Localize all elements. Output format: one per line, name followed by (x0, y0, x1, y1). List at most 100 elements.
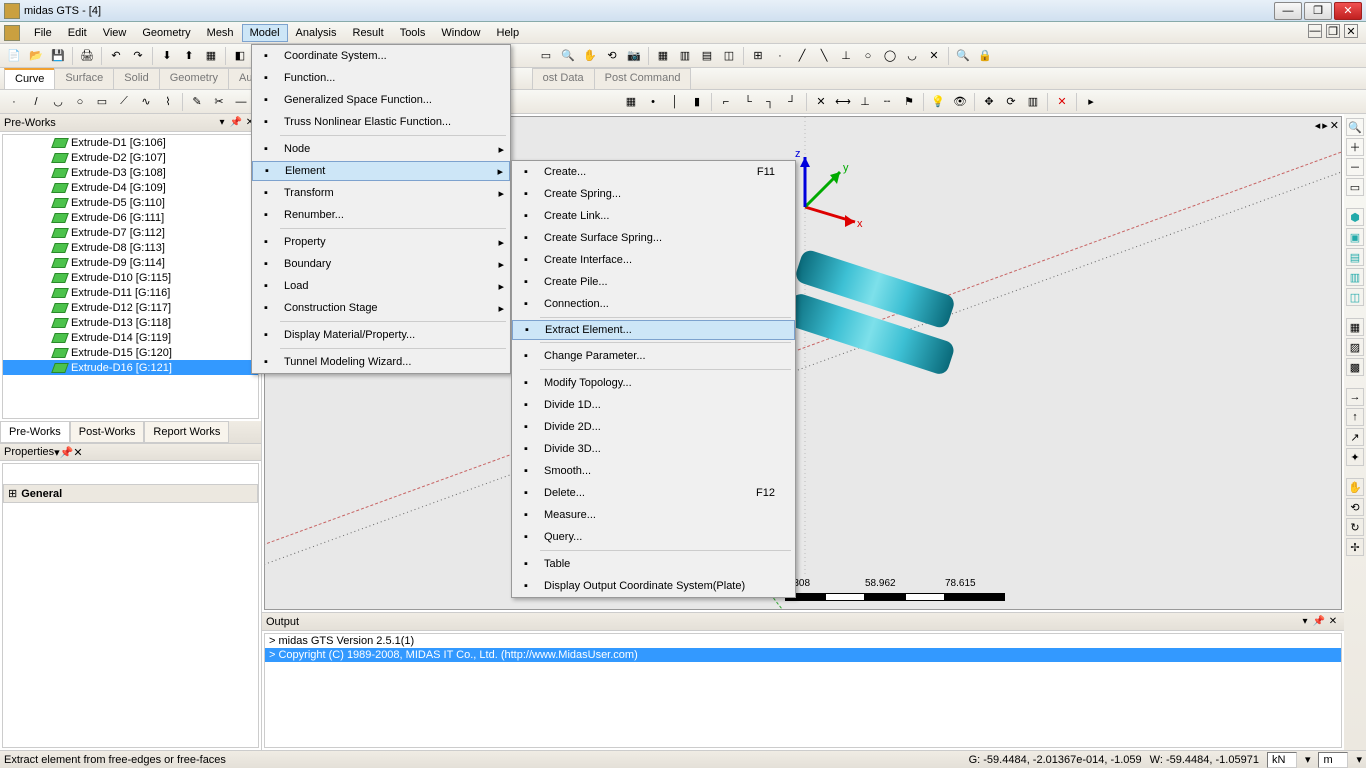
menu-window[interactable]: Window (433, 24, 488, 42)
snap-end-icon[interactable]: ⊥ (836, 46, 856, 66)
apply-icon[interactable]: ▸ (1081, 92, 1101, 112)
eye-icon[interactable]: 👁 (950, 92, 970, 112)
menu-item[interactable]: ▪Delete...F12 (512, 482, 795, 504)
pan-icon[interactable]: ✋ (1346, 478, 1364, 496)
tree-item[interactable]: Extrude-D9 [G:114] (3, 255, 258, 270)
zoom-icon[interactable]: 🔍 (558, 46, 578, 66)
menu-item[interactable]: ▪Change Parameter... (512, 345, 795, 367)
top-view-icon[interactable]: ▤ (1346, 248, 1364, 266)
line-icon[interactable]: / (26, 92, 46, 112)
edit-icon[interactable]: ✎ (187, 92, 207, 112)
dropdown-icon[interactable]: ▾ (1305, 753, 1311, 766)
menu-item[interactable]: ▪Boundary▸ (252, 253, 510, 275)
snap-line-icon[interactable]: ╲ (814, 46, 834, 66)
menu-file[interactable]: File (26, 24, 60, 42)
mirror-icon[interactable]: ▥ (1023, 92, 1043, 112)
lock-icon[interactable]: 🔒 (975, 46, 995, 66)
chevron-down-icon[interactable]: ▾ (1298, 615, 1312, 629)
zoom-in-icon[interactable]: ＋ (1346, 138, 1364, 156)
save-button[interactable]: 💾 (48, 46, 68, 66)
menu-item[interactable]: ▪Divide 3D... (512, 438, 795, 460)
tree-item[interactable]: Extrude-D4 [G:109] (3, 180, 258, 195)
menu-item[interactable]: ▪Load▸ (252, 275, 510, 297)
rotate-icon[interactable]: ⟳ (1001, 92, 1021, 112)
corner-icon[interactable]: └ (738, 92, 758, 112)
new-button[interactable]: 📄 (4, 46, 24, 66)
pan-icon[interactable]: ✋ (580, 46, 600, 66)
intersect-icon[interactable]: ✕ (811, 92, 831, 112)
output-body[interactable]: > midas GTS Version 2.5.1(1)> Copyright … (264, 633, 1342, 748)
snap-cross-icon[interactable]: ✕ (924, 46, 944, 66)
rotate-icon[interactable]: ⟲ (1346, 498, 1364, 516)
maximize-button[interactable]: ❐ (1304, 2, 1332, 20)
menu-item[interactable]: ▪Divide 2D... (512, 416, 795, 438)
zoom-window-icon[interactable]: ▭ (1346, 178, 1364, 196)
rect-icon[interactable]: ▭ (92, 92, 112, 112)
tree-item[interactable]: Extrude-D16 [G:121] (3, 360, 258, 375)
snap-circle-icon[interactable]: ○ (858, 46, 878, 66)
hidden-icon[interactable]: ▩ (1346, 358, 1364, 376)
expand-icon[interactable]: ⊞ (8, 487, 17, 500)
iso-view-icon[interactable]: ⬢ (1346, 208, 1364, 226)
menu-item[interactable]: ▪Create Link... (512, 205, 795, 227)
close-icon[interactable]: ✕ (1326, 615, 1340, 629)
tree-item[interactable]: Extrude-D8 [G:113] (3, 240, 258, 255)
menu-mesh[interactable]: Mesh (199, 24, 242, 42)
side-view-icon[interactable]: ▥ (1346, 268, 1364, 286)
front-view-icon[interactable]: ▣ (1346, 228, 1364, 246)
preworks-tree[interactable]: Extrude-D1 [G:106]Extrude-D2 [G:107] Extr… (2, 134, 259, 419)
chevron-down-icon[interactable]: ▾ (215, 116, 229, 130)
unit-length[interactable]: m (1318, 752, 1348, 768)
tree-item[interactable]: Extrude-D7 [G:112] (3, 225, 258, 240)
menu-edit[interactable]: Edit (60, 24, 95, 42)
menu-tools[interactable]: Tools (392, 24, 434, 42)
arc-icon[interactable]: ◡ (48, 92, 68, 112)
menu-help[interactable]: Help (489, 24, 528, 42)
menu-item[interactable]: ▪Display Material/Property... (252, 324, 510, 346)
menu-view[interactable]: View (95, 24, 135, 42)
menu-item[interactable]: ▪Truss Nonlinear Elastic Function... (252, 111, 510, 133)
menu-item[interactable]: ▪Function... (252, 67, 510, 89)
tab-geometry[interactable]: Geometry (159, 68, 229, 89)
orbit-icon[interactable]: ↻ (1346, 518, 1364, 536)
close-icon[interactable]: ✕ (1330, 119, 1339, 132)
measure-icon[interactable]: ⟷ (833, 92, 853, 112)
dropdown-icon[interactable]: ▾ (1356, 753, 1362, 766)
minimize-button[interactable]: — (1274, 2, 1302, 20)
mdi-minimize-button[interactable]: — (1308, 24, 1322, 38)
menu-item[interactable]: ▪Query... (512, 526, 795, 548)
tree-item[interactable]: Extrude-D2 [G:107] (3, 150, 258, 165)
flag-icon[interactable]: ⚑ (899, 92, 919, 112)
tree-item[interactable]: Extrude-D1 [G:106] (3, 135, 258, 150)
axis-x-icon[interactable]: → (1346, 388, 1364, 406)
menu-item[interactable]: ▪Create Interface... (512, 249, 795, 271)
open-button[interactable]: 📂 (26, 46, 46, 66)
tree-item[interactable]: Extrude-D13 [G:118] (3, 315, 258, 330)
menu-item[interactable]: ▪Generalized Space Function... (252, 89, 510, 111)
menu-item[interactable]: ▪Modify Topology... (512, 372, 795, 394)
menu-item[interactable]: ▪Create Pile... (512, 271, 795, 293)
corner-icon[interactable]: ⌐ (716, 92, 736, 112)
menu-item[interactable]: ▪Property▸ (252, 231, 510, 253)
axis-y-icon[interactable]: ↑ (1346, 408, 1364, 426)
tree-item[interactable]: Extrude-D10 [G:115] (3, 270, 258, 285)
curve-icon[interactable]: ⌇ (158, 92, 178, 112)
menu-item[interactable]: ▪Table (512, 553, 795, 575)
menu-item[interactable]: ▪Transform▸ (252, 182, 510, 204)
tool-icon[interactable]: ▦ (201, 46, 221, 66)
menu-item[interactable]: ▪Renumber... (252, 204, 510, 226)
snap-circle-icon[interactable]: ◯ (880, 46, 900, 66)
pin-icon[interactable]: 📌 (229, 116, 243, 130)
menu-item[interactable]: ▪Construction Stage▸ (252, 297, 510, 319)
perspective-icon[interactable]: ◫ (1346, 288, 1364, 306)
mdi-restore-button[interactable]: ❐ (1326, 24, 1340, 38)
menu-item[interactable]: ▪Element▸ (252, 161, 510, 181)
menu-item[interactable]: ▪Coordinate System... (252, 45, 510, 67)
snap-arc-icon[interactable]: ◡ (902, 46, 922, 66)
menu-item[interactable]: ▪Extract Element... (512, 320, 795, 340)
menu-item[interactable]: ▪Measure... (512, 504, 795, 526)
tool-icon[interactable]: ⬇ (157, 46, 177, 66)
dim-icon[interactable]: ⊥ (855, 92, 875, 112)
redo-button[interactable]: ↷ (128, 46, 148, 66)
menu-item[interactable]: ▪Create Spring... (512, 183, 795, 205)
